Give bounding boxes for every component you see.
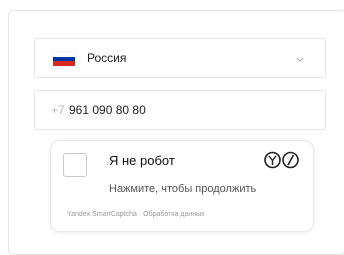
captcha-checkbox[interactable]	[63, 153, 87, 177]
chevron-down-icon[interactable]	[295, 54, 305, 64]
smartcaptcha-logo-icon	[264, 151, 299, 169]
russia-flag-icon	[53, 52, 75, 66]
phone-prefix: +7	[51, 103, 65, 117]
phone-input[interactable]: 961 090 80 80	[69, 103, 146, 117]
captcha-label: Я не робот	[109, 153, 175, 168]
smart-captcha-widget: Я не робот Нажмите, чтобы продолжить Yan…	[50, 140, 314, 232]
data-processing-link[interactable]: Обработка данных	[143, 211, 205, 218]
flag-stripe-red	[53, 61, 75, 66]
phone-field[interactable]: +7 961 090 80 80	[34, 90, 326, 130]
captcha-hint: Нажмите, чтобы продолжить	[109, 183, 257, 195]
country-select[interactable]: Россия	[34, 38, 326, 78]
captcha-footer: Yandex SmartCaptcha · Обработка данных	[67, 211, 205, 218]
country-name: Россия	[87, 51, 127, 65]
captcha-brand: Yandex SmartCaptcha	[67, 211, 137, 218]
